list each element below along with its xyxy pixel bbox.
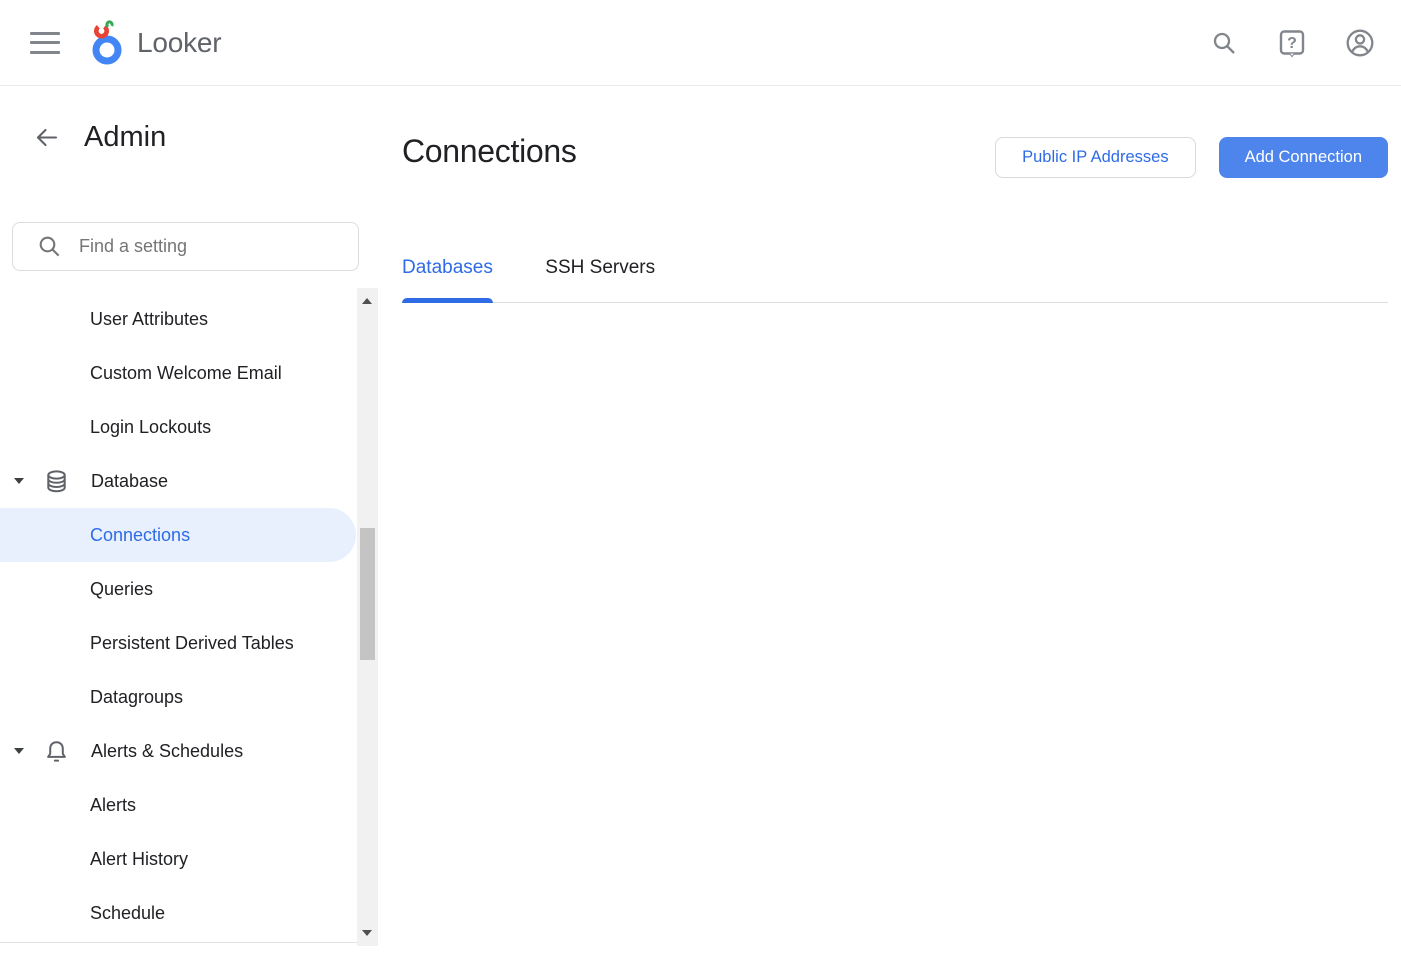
page-title: Admin xyxy=(84,121,166,154)
expand-triangle-icon[interactable] xyxy=(14,748,24,754)
settings-nav: User Attributes Custom Welcome Email Log… xyxy=(0,292,357,940)
topbar-actions: ? xyxy=(1209,28,1401,58)
logo-wordmark: Looker xyxy=(137,27,221,59)
search-icon[interactable] xyxy=(1209,28,1239,58)
sidebar-item-alert-history[interactable]: Alert History xyxy=(0,832,357,886)
admin-sidebar: Admin User Attributes Custom Welcome Ema… xyxy=(0,87,378,963)
sidebar-scrollbar[interactable] xyxy=(357,288,378,946)
account-icon[interactable] xyxy=(1345,28,1375,58)
scrollbar-thumb[interactable] xyxy=(360,528,375,660)
connections-panel: Connections Public IP Addresses Add Conn… xyxy=(378,87,1401,963)
public-ip-addresses-button[interactable]: Public IP Addresses xyxy=(995,137,1195,178)
expand-triangle-icon[interactable] xyxy=(14,478,24,484)
sidebar-item-user-attributes[interactable]: User Attributes xyxy=(0,292,357,346)
scroll-up-arrow-icon[interactable] xyxy=(362,298,372,304)
settings-search[interactable] xyxy=(12,222,359,271)
header-actions: Public IP Addresses Add Connection xyxy=(995,137,1388,178)
database-icon xyxy=(43,468,70,495)
search-icon xyxy=(37,234,62,259)
bell-icon xyxy=(43,738,70,765)
sidebar-item-queries[interactable]: Queries xyxy=(0,562,357,616)
sidebar-item-alerts[interactable]: Alerts xyxy=(0,778,357,832)
menu-icon[interactable] xyxy=(30,32,60,54)
sidebar-item-schedule[interactable]: Schedule xyxy=(0,886,357,940)
looker-logo[interactable]: Looker xyxy=(88,20,221,66)
sidebar-divider xyxy=(0,942,357,943)
sidebar-item-login-lockouts[interactable]: Login Lockouts xyxy=(0,400,357,454)
sidebar-item-datagroups[interactable]: Datagroups xyxy=(0,670,357,724)
section-title: Connections xyxy=(402,133,577,170)
sidebar-item-persistent-derived-tables[interactable]: Persistent Derived Tables xyxy=(0,616,357,670)
top-app-bar: Looker ? xyxy=(0,0,1401,86)
help-icon[interactable]: ? xyxy=(1277,28,1307,58)
sidebar-group-alerts-schedules[interactable]: Alerts & Schedules xyxy=(0,724,357,778)
search-input[interactable] xyxy=(79,236,319,257)
add-connection-button[interactable]: Add Connection xyxy=(1219,137,1388,178)
back-arrow-icon[interactable] xyxy=(32,123,60,151)
tab-databases[interactable]: Databases xyxy=(402,255,493,302)
sidebar-header: Admin xyxy=(0,109,166,165)
sidebar-group-database[interactable]: Database xyxy=(0,454,357,508)
sidebar-item-custom-welcome-email[interactable]: Custom Welcome Email xyxy=(0,346,357,400)
svg-text:?: ? xyxy=(1287,35,1297,52)
tab-ssh-servers[interactable]: SSH Servers xyxy=(545,255,655,302)
scroll-down-arrow-icon[interactable] xyxy=(362,930,372,936)
connection-tabs: Databases SSH Servers xyxy=(402,255,1388,303)
looker-logo-icon xyxy=(88,20,128,66)
sidebar-item-connections[interactable]: Connections xyxy=(0,508,356,562)
